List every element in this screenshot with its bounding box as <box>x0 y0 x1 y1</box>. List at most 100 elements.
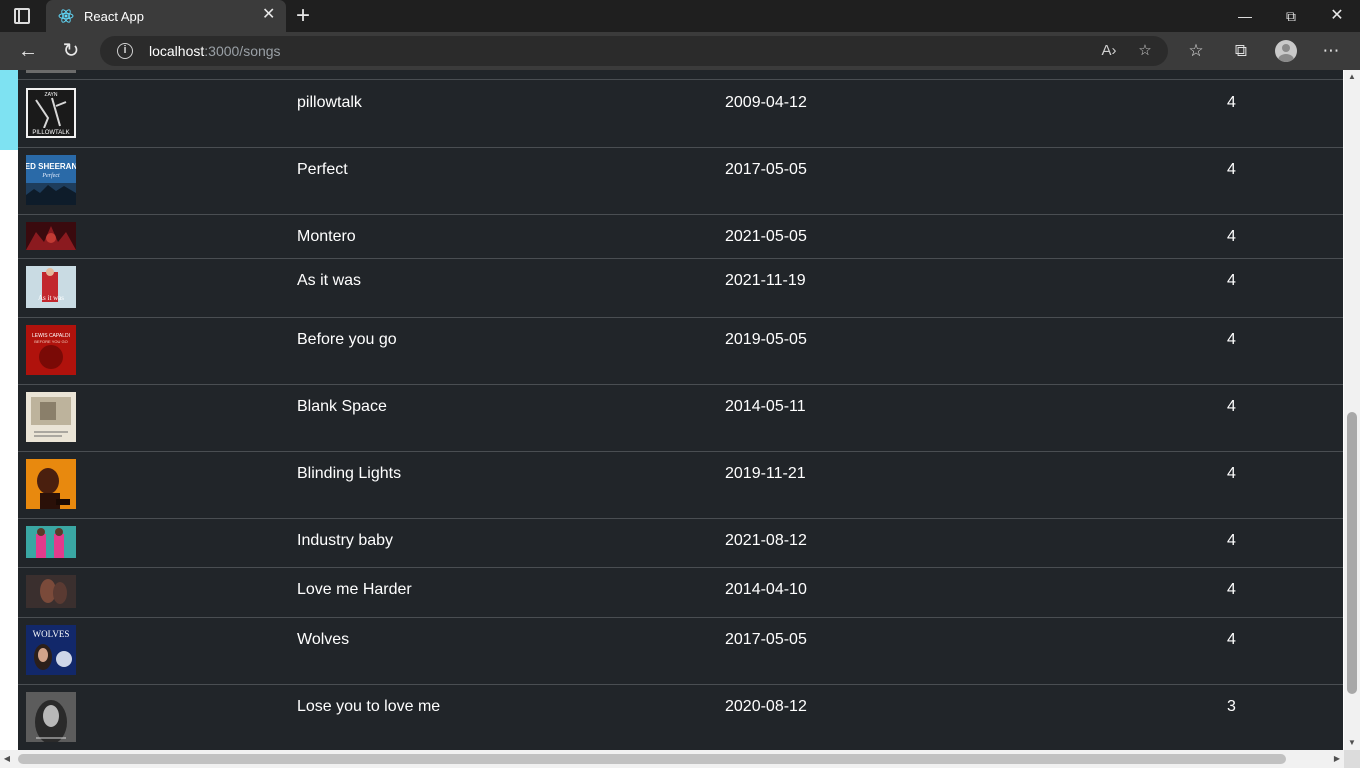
table-row[interactable]: ED SHEERAN Perfect Perfect 2017-05-05 4 <box>18 148 1343 215</box>
song-date: 2009-04-12 <box>725 94 807 111</box>
table-row[interactable]: As it was As it was 2021-11-19 4 <box>18 259 1343 318</box>
refresh-icon[interactable]: ↻ <box>58 38 84 64</box>
song-title: Montero <box>297 228 356 245</box>
song-date: 2021-11-19 <box>725 272 806 289</box>
vertical-scroll-thumb[interactable] <box>1347 412 1357 694</box>
browser-toolbar: ← ↻ i localhost:3000/songs A› ☆ ☆ ⧉ ⋯ <box>0 32 1360 70</box>
url-text[interactable]: localhost:3000/songs <box>149 43 281 59</box>
plus-icon[interactable]: + <box>296 4 310 28</box>
url-path: :3000/songs <box>204 43 281 59</box>
cover-label: WOLVES <box>33 629 70 639</box>
scroll-left-icon[interactable]: ◀ <box>0 752 14 766</box>
horizontal-scroll-thumb[interactable] <box>18 754 1286 764</box>
cover-image <box>26 692 76 742</box>
cover-image <box>26 459 76 509</box>
scroll-up-icon[interactable]: ▲ <box>1344 70 1360 84</box>
song-title: Before you go <box>297 331 397 348</box>
cover-image <box>26 575 76 608</box>
song-title: As it was <box>297 272 362 289</box>
cover-image <box>26 392 76 442</box>
scroll-down-icon[interactable]: ▼ <box>1344 736 1360 750</box>
song-rating: 3 <box>1227 698 1236 715</box>
cover-label: As it was <box>38 294 64 302</box>
song-date: 2019-11-21 <box>725 465 806 482</box>
read-aloud-icon[interactable]: A› <box>1099 41 1119 61</box>
collections-icon[interactable]: ⧉ <box>1230 40 1252 62</box>
table-row[interactable]: Blank Space 2014-05-11 4 <box>18 385 1343 452</box>
song-rating: 4 <box>1227 94 1236 111</box>
cover-image: WOLVES <box>26 625 76 675</box>
song-date: 2021-08-12 <box>725 532 807 549</box>
more-icon[interactable]: ⋯ <box>1320 40 1342 62</box>
song-rating: 4 <box>1227 631 1236 648</box>
table-row[interactable]: Love me Harder 2014-04-10 4 <box>18 568 1343 618</box>
sidebar-accent <box>0 70 18 150</box>
table-row-partial <box>18 70 1343 80</box>
song-rating: 4 <box>1227 228 1236 245</box>
cover-image: LEWIS CAPALDI BEFORE YOU GO <box>26 325 76 375</box>
info-icon[interactable]: i <box>117 43 133 59</box>
song-title: Lose you to love me <box>297 698 441 715</box>
song-date: 2020-08-12 <box>725 698 807 715</box>
song-date: 2014-05-11 <box>725 398 806 415</box>
tab-actions-icon[interactable] <box>14 8 30 24</box>
song-rating: 4 <box>1227 161 1236 178</box>
cover-image: PILLOWTALK ZAYN <box>26 88 76 138</box>
scroll-right-icon[interactable]: ▶ <box>1330 752 1344 766</box>
svg-text:PILLOWTALK: PILLOWTALK <box>32 130 69 136</box>
close-icon[interactable]: ✕ <box>262 7 275 23</box>
song-date: 2017-05-05 <box>725 161 807 178</box>
song-rating: 4 <box>1227 581 1236 598</box>
minimize-icon[interactable]: — <box>1222 0 1268 32</box>
table-row[interactable]: Lose you to love me 2020-08-12 3 <box>18 685 1343 750</box>
table-row[interactable]: Montero 2021-05-05 4 <box>18 215 1343 259</box>
svg-text:BEFORE YOU GO: BEFORE YOU GO <box>34 339 68 344</box>
cover-image: ED SHEERAN Perfect <box>26 155 76 205</box>
song-title: Industry baby <box>297 532 394 549</box>
song-date: 2017-05-05 <box>725 631 807 648</box>
url-host: localhost <box>149 43 205 59</box>
restore-icon[interactable]: ⧉ <box>1268 0 1314 32</box>
cover-image <box>26 526 76 558</box>
cover-image: As it was <box>26 266 76 308</box>
song-title: pillowtalk <box>297 94 362 111</box>
scrollbar-corner <box>1344 750 1360 768</box>
cover-image <box>26 70 76 73</box>
horizontal-scrollbar[interactable]: ◀ ▶ <box>0 750 1344 768</box>
address-bar[interactable]: i localhost:3000/songs A› ☆ <box>100 36 1168 66</box>
table-row[interactable]: LEWIS CAPALDI BEFORE YOU GO Before you g… <box>18 318 1343 385</box>
table-row[interactable]: WOLVES Wolves 2017-05-05 4 <box>18 618 1343 685</box>
song-rating: 4 <box>1227 465 1236 482</box>
song-date: 2014-04-10 <box>725 581 807 598</box>
song-date: 2019-05-05 <box>725 331 807 348</box>
vertical-scrollbar[interactable]: ▲ ▼ <box>1344 70 1360 750</box>
back-arrow-icon[interactable]: ← <box>15 38 41 64</box>
song-title: Perfect <box>297 161 348 178</box>
page-viewport: PILLOWTALK ZAYN pillowtalk 2009-04-12 4 … <box>0 70 1344 750</box>
browser-tab[interactable]: React App ✕ <box>46 0 286 32</box>
song-title: Wolves <box>297 631 350 648</box>
song-date: 2021-05-05 <box>725 228 807 245</box>
song-rating: 4 <box>1227 532 1236 549</box>
song-rating: 4 <box>1227 272 1236 289</box>
song-title: Love me Harder <box>297 581 412 598</box>
cover-label: ED SHEERAN <box>26 162 76 171</box>
react-logo-icon <box>58 9 74 23</box>
cover-label: ZAYN <box>45 92 58 98</box>
profile-avatar[interactable] <box>1275 40 1297 62</box>
table-row[interactable]: PILLOWTALK ZAYN pillowtalk 2009-04-12 4 <box>18 81 1343 148</box>
tab-strip: React App ✕ + — ⧉ ✕ <box>0 0 1360 32</box>
svg-text:Perfect: Perfect <box>41 172 60 179</box>
cover-image <box>26 222 76 250</box>
song-rating: 4 <box>1227 398 1236 415</box>
tab-title: React App <box>84 9 144 24</box>
add-favorite-icon[interactable]: ☆ <box>1135 41 1155 61</box>
table-row[interactable]: Blinding Lights 2019-11-21 4 <box>18 452 1343 519</box>
favorites-icon[interactable]: ☆ <box>1185 40 1207 62</box>
song-title: Blinding Lights <box>297 465 402 482</box>
window-close-icon[interactable]: ✕ <box>1314 0 1360 32</box>
song-title: Blank Space <box>297 398 387 415</box>
songs-table: PILLOWTALK ZAYN pillowtalk 2009-04-12 4 … <box>18 70 1343 750</box>
table-row[interactable]: Industry baby 2021-08-12 4 <box>18 519 1343 568</box>
song-rating: 4 <box>1227 331 1236 348</box>
